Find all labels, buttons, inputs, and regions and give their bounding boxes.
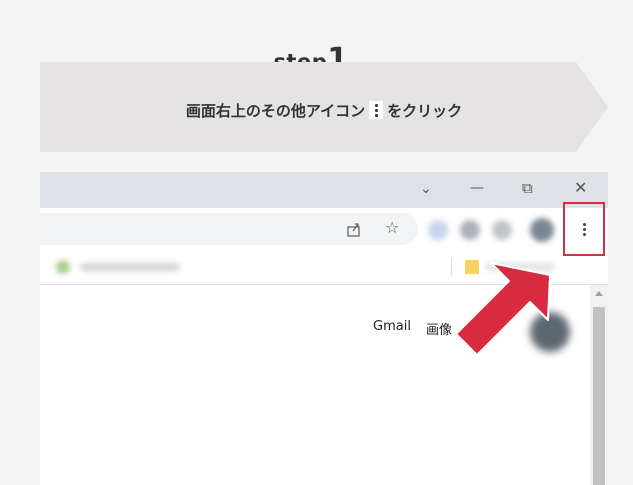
folder-icon[interactable] — [465, 260, 479, 274]
bookmarks-divider — [451, 258, 452, 276]
extension-icon[interactable] — [460, 220, 480, 240]
minimize-icon[interactable]: — — [470, 180, 484, 196]
address-bar[interactable]: ☆ — [40, 213, 418, 245]
bookmark-star-icon[interactable]: ☆ — [385, 218, 399, 237]
instruction-banner: 画面右上のその他アイコン をクリック — [40, 62, 608, 152]
extension-icon[interactable] — [428, 220, 448, 240]
more-menu-button[interactable] — [563, 202, 605, 256]
instruction-text: 画面右上のその他アイコン をクリック — [40, 100, 608, 121]
browser-window: ⌄ — ⧉ ✕ ☆ Gmail 画像 — [40, 172, 608, 485]
bookmark-item[interactable] — [80, 263, 180, 271]
more-icon — [369, 101, 384, 119]
title-bar: ⌄ — ⧉ ✕ — [40, 172, 608, 208]
gmail-link[interactable]: Gmail — [373, 319, 411, 334]
bookmark-item[interactable] — [485, 263, 555, 271]
account-avatar[interactable] — [530, 312, 570, 352]
page-content — [40, 285, 608, 485]
toolbar: ☆ — [40, 208, 608, 250]
extension-icon[interactable] — [492, 220, 512, 240]
scrollbar-thumb[interactable] — [593, 307, 605, 485]
scroll-up-icon[interactable] — [595, 291, 603, 296]
tab-search-icon[interactable]: ⌄ — [420, 181, 432, 197]
close-icon[interactable]: ✕ — [574, 178, 587, 197]
profile-avatar[interactable] — [530, 218, 554, 242]
restore-icon[interactable]: ⧉ — [522, 179, 533, 197]
instruction-before: 画面右上のその他アイコン — [185, 102, 366, 120]
images-link[interactable]: 画像 — [426, 319, 452, 338]
bookmarks-bar — [40, 250, 608, 285]
scrollbar[interactable] — [590, 285, 608, 485]
bookmark-favicon[interactable] — [56, 260, 70, 274]
share-icon[interactable] — [346, 221, 362, 237]
instruction-after: をクリック — [387, 102, 463, 120]
